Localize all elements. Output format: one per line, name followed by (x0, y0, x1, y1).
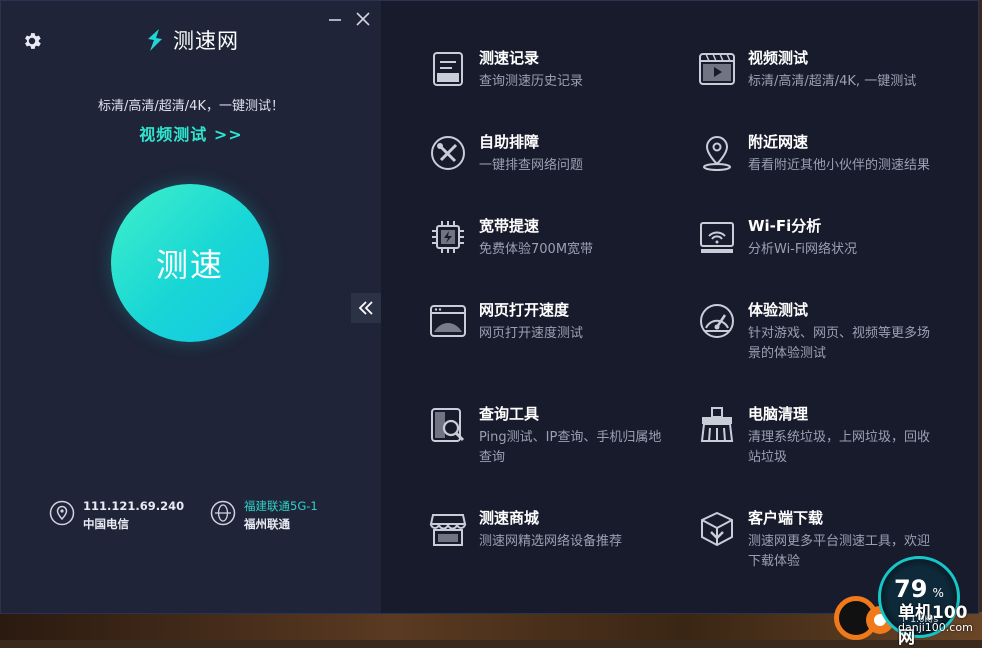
feature-title: 视频测试 (748, 49, 809, 67)
isp-name: 中国电信 (83, 517, 129, 531)
minimize-button[interactable] (327, 11, 343, 27)
feature-title: 附近网速 (748, 133, 809, 151)
tools-icon (431, 136, 465, 170)
city-isp: 福州联通 (244, 517, 290, 531)
video-icon (699, 53, 735, 85)
feature-desc: 针对游戏、网页、视频等更多场景的体验测试 (748, 326, 931, 361)
wifi-name: 福建联通5G-1 (244, 499, 318, 513)
feature-title: 客户端下载 (748, 509, 824, 527)
feature-desc: 看看附近其他小伙伴的测速结果 (748, 158, 931, 173)
feature-nearby-speed[interactable]: 附近网速 看看附近其他小伙伴的测速结果 (698, 132, 938, 176)
left-panel: 测速网 标清/高清/超清/4K，一键测试！ 视频测试 >> 测速 111.121… (1, 1, 381, 613)
ip-info: 111.121.69.240 中国电信 (49, 497, 184, 533)
search-doc-icon (431, 408, 465, 442)
ip-address: 111.121.69.240 (83, 499, 185, 513)
feature-wifi-analysis[interactable]: Wi-Fi分析 分析Wi-Fi网络状况 (698, 216, 938, 260)
feature-speed-history[interactable]: 测速记录 查询测速历史记录 (429, 48, 669, 92)
app-window: 测速网 标清/高清/超清/4K，一键测试！ 视频测试 >> 测速 111.121… (0, 0, 979, 614)
feature-desc: 免费体验700M宽带 (479, 242, 594, 257)
double-chevron-left-icon (358, 301, 373, 315)
feature-title: 电脑清理 (748, 405, 809, 423)
location-icon (703, 135, 731, 171)
document-icon (433, 52, 463, 86)
feature-desc: 清理系统垃圾，上网垃圾，回收站垃圾 (748, 430, 931, 465)
feature-title: 网页打开速度 (479, 301, 570, 319)
feature-desc: 网页打开速度测试 (479, 326, 584, 341)
logo-mark-icon (148, 29, 162, 51)
speed-test-button[interactable]: 测速 (111, 184, 269, 342)
feature-desc: Ping测试、IP查询、手机归属地查询 (479, 430, 662, 465)
feature-panel: 测速记录 查询测速历史记录 视频测试 标清/高清/超清/4K, 一键测试 自助排… (381, 1, 978, 613)
download-box-icon (701, 511, 733, 547)
collapse-panel-button[interactable] (351, 293, 381, 323)
feature-desc: 分析Wi-Fi网络状况 (748, 242, 858, 257)
watermark-subtext: danji100.com (898, 621, 973, 634)
gear-icon[interactable] (21, 30, 43, 52)
wifi-info: 福建联通5G-1 福州联通 (210, 497, 318, 533)
feature-title: 体验测试 (748, 301, 809, 319)
gauge-icon (700, 304, 734, 338)
promo-text: 标清/高清/超清/4K，一键测试！ (98, 99, 284, 114)
feature-speed-shop[interactable]: 测速商城 测速网精选网络设备推荐 (429, 508, 669, 552)
app-logo: 测速网 (143, 25, 239, 55)
feature-experience-test[interactable]: 体验测试 针对游戏、网页、视频等更多场景的体验测试 (698, 300, 938, 364)
feature-video-test[interactable]: 视频测试 标清/高清/超清/4K, 一键测试 (698, 48, 938, 92)
wifi-monitor-icon (700, 222, 734, 253)
close-button[interactable] (355, 11, 371, 27)
shop-icon (429, 514, 467, 546)
feature-self-troubleshoot[interactable]: 自助排障 一键排查网络问题 (429, 132, 669, 176)
feature-title: 宽带提速 (479, 217, 540, 235)
video-test-link[interactable]: 视频测试 >> (1, 121, 381, 145)
feature-desc: 一键排查网络问题 (479, 158, 584, 173)
location-pin-icon (49, 500, 75, 526)
feature-title: 测速商城 (479, 509, 540, 527)
feature-webpage-speed[interactable]: 网页打开速度 网页打开速度测试 (429, 300, 669, 344)
feature-title: Wi-Fi分析 (748, 217, 822, 235)
feature-desc: 查询测速历史记录 (479, 74, 584, 89)
feature-broadband-boost[interactable]: 宽带提速 免费体验700M宽带 (429, 216, 669, 260)
feature-desc: 标清/高清/超清/4K, 一键测试 (748, 74, 917, 89)
webpage-icon (430, 305, 466, 337)
broom-icon (700, 407, 734, 442)
feature-title: 自助排障 (479, 133, 540, 151)
app-title: 测速网 (173, 29, 239, 53)
chip-icon (432, 221, 464, 253)
globe-icon (210, 500, 236, 526)
feature-desc: 测速网精选网络设备推荐 (479, 534, 623, 549)
feature-pc-cleanup[interactable]: 电脑清理 清理系统垃圾，上网垃圾，回收站垃圾 (698, 404, 938, 468)
feature-title: 查询工具 (479, 405, 540, 423)
feature-query-tools[interactable]: 查询工具 Ping测试、IP查询、手机归属地查询 (429, 404, 669, 468)
feature-title: 测速记录 (479, 49, 540, 67)
